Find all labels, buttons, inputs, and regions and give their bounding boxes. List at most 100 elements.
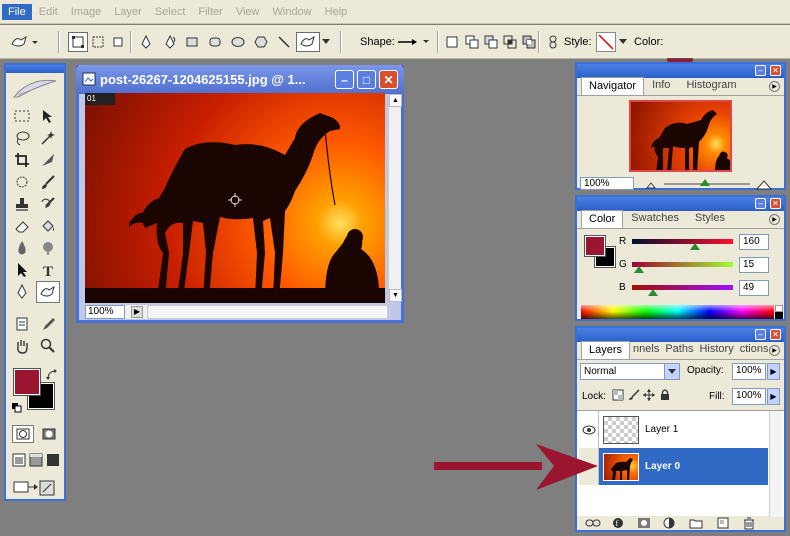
- tab-styles[interactable]: Styles: [687, 209, 733, 228]
- panel-minimize-button[interactable]: –: [755, 65, 766, 76]
- shape-picker[interactable]: [395, 32, 431, 52]
- create-new-shape-layer-button[interactable]: [442, 32, 462, 52]
- tab-navigator[interactable]: Navigator: [581, 77, 645, 95]
- ramp-black-swatch[interactable]: [775, 312, 783, 319]
- layer-row-layer-1[interactable]: Layer 1: [579, 411, 766, 448]
- intersect-shape-areas-button[interactable]: [500, 32, 520, 52]
- tools-titlebar[interactable]: [6, 65, 64, 73]
- menu-help[interactable]: Help: [319, 4, 354, 20]
- crop-tool[interactable]: [10, 149, 34, 171]
- menu-file[interactable]: File: [2, 3, 32, 20]
- brush-tool[interactable]: [36, 171, 60, 193]
- subtract-shape-area-button[interactable]: [481, 32, 501, 52]
- tab-history[interactable]: History: [696, 340, 736, 359]
- horizontal-scrollbar[interactable]: [147, 305, 388, 319]
- panel-close-button[interactable]: ✕: [770, 65, 781, 76]
- blue-value-field[interactable]: 49: [739, 280, 769, 296]
- blur-tool[interactable]: [10, 237, 34, 259]
- red-slider-thumb[interactable]: [690, 243, 700, 250]
- menu-layer[interactable]: Layer: [108, 4, 148, 20]
- jump-to-imageready-button[interactable]: [12, 479, 60, 497]
- paint-bucket-tool[interactable]: [36, 215, 60, 237]
- opacity-field[interactable]: 100%: [732, 363, 766, 380]
- foreground-color-swatch[interactable]: [13, 368, 41, 396]
- tab-layers[interactable]: Layers: [581, 341, 631, 359]
- paths-button[interactable]: [88, 32, 108, 52]
- red-value-field[interactable]: 160: [739, 234, 769, 250]
- tab-info[interactable]: Info: [644, 76, 678, 95]
- fill-pixels-button[interactable]: [108, 32, 128, 52]
- tab-paths[interactable]: Paths: [662, 340, 696, 359]
- quick-mask-button[interactable]: [38, 425, 60, 443]
- lock-position-move-icon[interactable]: [643, 389, 655, 401]
- panel-close-button[interactable]: ✕: [770, 198, 781, 209]
- adjustment-layer-icon[interactable]: [663, 517, 675, 529]
- layer-list-scrollbar[interactable]: [769, 411, 782, 517]
- menu-select[interactable]: Select: [149, 4, 192, 20]
- panel-minimize-button[interactable]: –: [755, 198, 766, 209]
- panel-minimize-button[interactable]: –: [755, 329, 766, 340]
- blend-mode-select[interactable]: Normal: [580, 363, 680, 380]
- status-menu-icon[interactable]: ▶: [131, 306, 143, 318]
- exclude-shape-areas-button[interactable]: [519, 32, 539, 52]
- menu-image[interactable]: Image: [65, 4, 108, 20]
- layer-set-folder-icon[interactable]: [689, 517, 703, 529]
- link-layers-chain-icon[interactable]: [585, 518, 601, 528]
- shape-layers-button[interactable]: [68, 32, 88, 52]
- path-selection-tool[interactable]: [10, 259, 34, 281]
- move-tool[interactable]: [36, 105, 60, 127]
- eraser-tool[interactable]: [10, 215, 34, 237]
- menu-edit[interactable]: Edit: [33, 4, 64, 20]
- standard-mode-button[interactable]: [12, 425, 34, 443]
- panel-menu-icon[interactable]: ▶: [769, 214, 780, 225]
- pen-tool[interactable]: [10, 281, 34, 303]
- navigator-thumbnail[interactable]: [629, 100, 732, 172]
- style-picker[interactable]: [596, 32, 616, 52]
- custom-shape-tool-button[interactable]: [296, 32, 320, 52]
- close-button[interactable]: ✕: [379, 70, 398, 89]
- fill-slider-arrow-icon[interactable]: ▶: [767, 388, 780, 405]
- new-layer-icon[interactable]: [717, 517, 729, 529]
- full-screen-menubar-button[interactable]: [29, 453, 43, 467]
- tab-channels[interactable]: nnels: [630, 340, 662, 359]
- zoom-out-mountain-icon[interactable]: [646, 179, 658, 189]
- add-layer-style-icon[interactable]: f: [611, 517, 625, 529]
- dodge-tool[interactable]: [36, 237, 60, 259]
- eyedropper-tool[interactable]: [36, 313, 60, 335]
- vertical-scrollbar[interactable]: ▲ ▼: [388, 94, 402, 302]
- full-screen-mode-button[interactable]: [46, 453, 60, 467]
- maximize-button[interactable]: □: [357, 70, 376, 89]
- menu-window[interactable]: Window: [267, 4, 318, 20]
- style-dropdown[interactable]: [618, 32, 628, 52]
- slice-tool[interactable]: [36, 149, 60, 171]
- rectangle-tool-button[interactable]: [182, 32, 202, 52]
- polygon-tool-button[interactable]: [251, 32, 271, 52]
- healing-brush-tool[interactable]: [10, 171, 34, 193]
- color-foreground-swatch[interactable]: [584, 235, 606, 257]
- standard-screen-mode-button[interactable]: [12, 453, 26, 467]
- panel-close-button[interactable]: ✕: [770, 329, 781, 340]
- marquee-tool[interactable]: [10, 105, 34, 127]
- tool-preset-picker[interactable]: [6, 32, 42, 52]
- swap-colors-icon[interactable]: [46, 369, 58, 384]
- scroll-down-arrow-icon[interactable]: ▼: [389, 289, 402, 302]
- opacity-slider-arrow-icon[interactable]: ▶: [767, 363, 780, 380]
- shape-options-dropdown[interactable]: [320, 32, 332, 52]
- notes-tool[interactable]: [10, 313, 34, 335]
- layer-row-layer-0[interactable]: Layer 0: [579, 448, 768, 485]
- minimize-button[interactable]: –: [335, 70, 354, 89]
- lock-transparency-icon[interactable]: [612, 389, 624, 401]
- zoom-in-mountain-icon[interactable]: [756, 178, 774, 190]
- navigator-zoom-slider-thumb[interactable]: [700, 179, 710, 186]
- add-layer-mask-icon[interactable]: [637, 517, 651, 529]
- clone-stamp-tool[interactable]: [10, 193, 34, 215]
- magic-wand-tool[interactable]: [36, 127, 60, 149]
- rounded-rectangle-button[interactable]: [205, 32, 225, 52]
- lock-image-brush-icon[interactable]: [628, 389, 640, 401]
- blue-slider-thumb[interactable]: [648, 289, 658, 296]
- freeform-pen-button[interactable]: [160, 32, 180, 52]
- scroll-up-arrow-icon[interactable]: ▲: [389, 94, 402, 107]
- color-spectrum-ramp[interactable]: [581, 305, 774, 319]
- red-slider-track[interactable]: [632, 239, 733, 244]
- image-window-titlebar[interactable]: post-26267-1204625155.jpg @ 1...: [76, 65, 404, 94]
